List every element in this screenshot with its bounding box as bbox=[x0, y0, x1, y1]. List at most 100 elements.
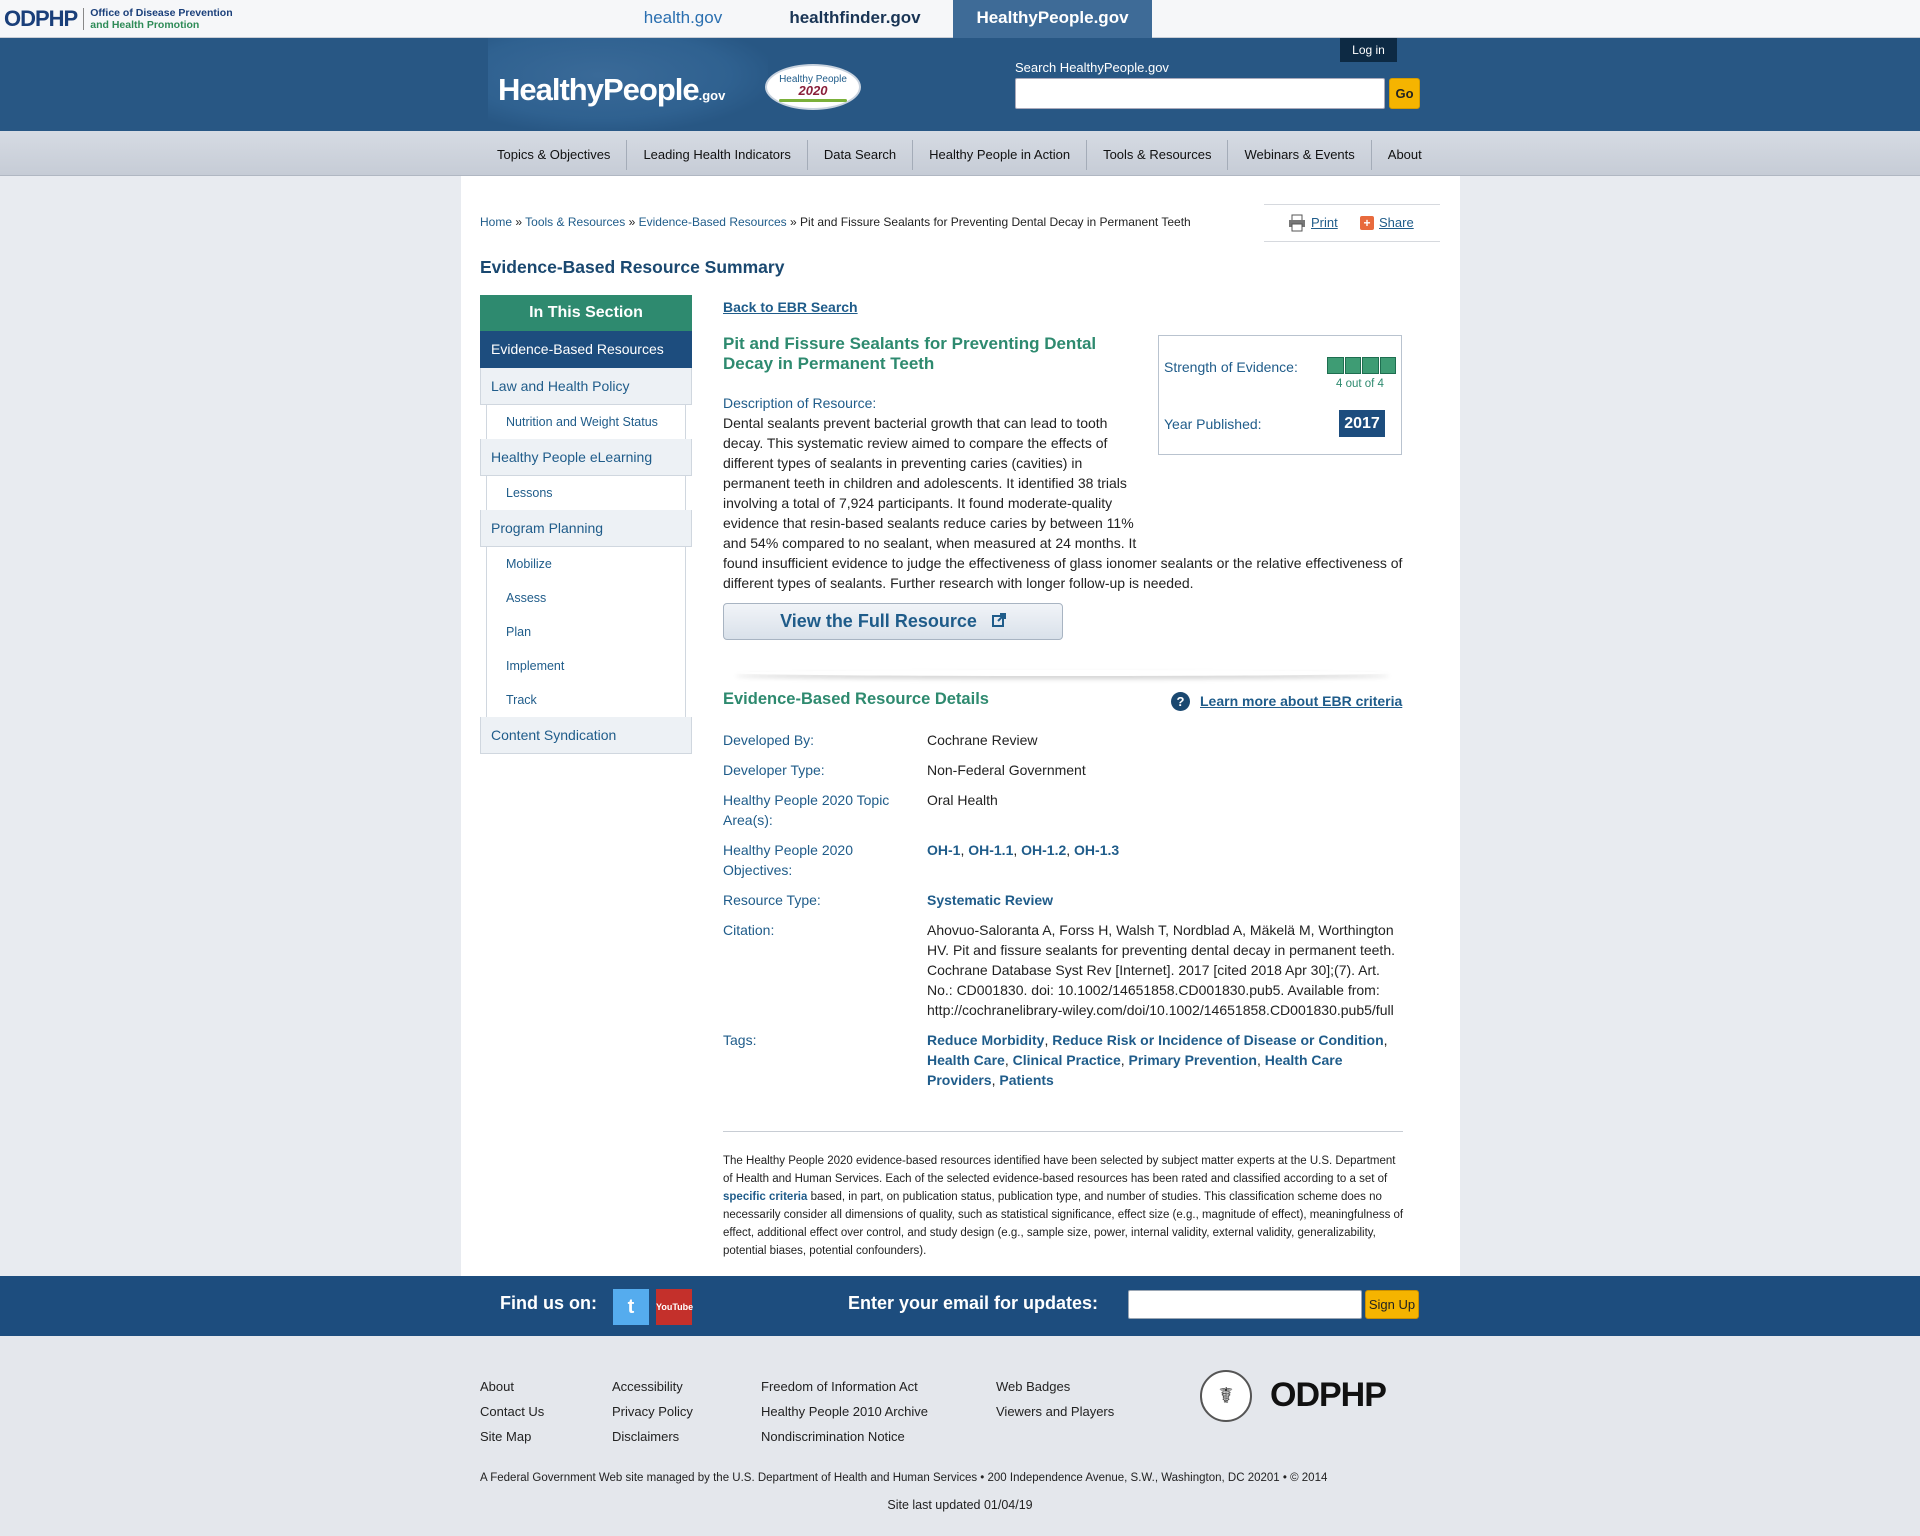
tag-link[interactable]: Patients bbox=[999, 1072, 1053, 1088]
sidebar-sub-mobilize[interactable]: Mobilize bbox=[486, 547, 686, 581]
strength-bar bbox=[1362, 357, 1379, 374]
footer-link-sitemap[interactable]: Site Map bbox=[480, 1424, 544, 1449]
search-label: Search HealthyPeople.gov bbox=[1015, 60, 1169, 75]
main-nav: Topics & Objectives Leading Health Indic… bbox=[0, 131, 1920, 176]
print-link[interactable]: Print bbox=[1311, 215, 1338, 230]
tag-link[interactable]: Primary Prevention bbox=[1129, 1052, 1257, 1068]
youtube-icon[interactable]: YouTube bbox=[656, 1289, 693, 1325]
odphp-subtitle: Office of Disease Prevention and Health … bbox=[90, 7, 232, 31]
logo-suffix: .gov bbox=[698, 88, 726, 103]
footer-link-nondiscrimination[interactable]: Nondiscrimination Notice bbox=[761, 1424, 928, 1449]
footer-link-viewers[interactable]: Viewers and Players bbox=[996, 1399, 1114, 1424]
nav-data-search[interactable]: Data Search bbox=[808, 140, 914, 170]
sidebar-item-law-health-policy[interactable]: Law and Health Policy bbox=[480, 368, 692, 405]
tag-link[interactable]: Clinical Practice bbox=[1013, 1052, 1121, 1068]
login-button[interactable]: Log in bbox=[1340, 38, 1397, 62]
tags-label: Tags: bbox=[723, 1032, 757, 1048]
breadcrumb-sep: » bbox=[790, 215, 797, 229]
odphp-logo[interactable]: ODPHP Office of Disease Prevention and H… bbox=[4, 6, 233, 32]
footer-column-3: Freedom of Information Act Healthy Peopl… bbox=[761, 1374, 928, 1449]
hhs-seal-icon[interactable]: ☤ bbox=[1200, 1370, 1252, 1422]
topic-area-value: Oral Health bbox=[927, 792, 998, 808]
resource-type-value: Systematic Review bbox=[927, 890, 1407, 910]
external-link-icon bbox=[991, 613, 1006, 627]
strength-bar bbox=[1327, 357, 1344, 374]
strength-bar bbox=[1344, 357, 1361, 374]
resource-type-link[interactable]: Systematic Review bbox=[927, 892, 1053, 908]
footer-link-web-badges[interactable]: Web Badges bbox=[996, 1374, 1114, 1399]
developer-type-label: Developer Type: bbox=[723, 762, 825, 778]
page-utilities: Print + Share bbox=[1264, 204, 1440, 242]
sign-up-button[interactable]: Sign Up bbox=[1365, 1290, 1419, 1319]
odphp-mark: ODPHP bbox=[4, 6, 78, 31]
breadcrumb-home[interactable]: Home bbox=[480, 215, 512, 229]
odphp-line-2: and Health Promotion bbox=[90, 19, 200, 31]
email-input[interactable] bbox=[1128, 1290, 1362, 1319]
share-icon[interactable]: + bbox=[1360, 216, 1374, 230]
sidebar-sub-nutrition[interactable]: Nutrition and Weight Status bbox=[486, 405, 686, 439]
twitter-icon[interactable]: t bbox=[613, 1289, 649, 1325]
site-tab-healthypeople[interactable]: HealthyPeople.gov bbox=[953, 0, 1152, 38]
breadcrumb-ebr[interactable]: Evidence-Based Resources bbox=[639, 215, 787, 229]
site-tab-health-gov[interactable]: health.gov bbox=[628, 0, 738, 38]
sidebar-sub-assess[interactable]: Assess bbox=[486, 581, 686, 615]
sidebar-sub-track[interactable]: Track bbox=[486, 683, 686, 717]
objective-link[interactable]: OH-1.2 bbox=[1021, 842, 1066, 858]
resource-title: Pit and Fissure Sealants for Preventing … bbox=[723, 334, 1097, 373]
sidebar-sub-implement[interactable]: Implement bbox=[486, 649, 686, 683]
strength-meter bbox=[1327, 357, 1396, 374]
evidence-box: Strength of Evidence: 4 out of 4 Year Pu… bbox=[1158, 335, 1402, 455]
search-go-button[interactable]: Go bbox=[1389, 78, 1420, 109]
footer-link-accessibility[interactable]: Accessibility bbox=[612, 1374, 693, 1399]
nav-topics-objectives[interactable]: Topics & Objectives bbox=[481, 140, 628, 170]
site-tab-healthfinder[interactable]: healthfinder.gov bbox=[775, 0, 935, 38]
view-button-label: View the Full Resource bbox=[780, 611, 977, 631]
site-last-updated: Site last updated 01/04/19 bbox=[887, 1498, 1033, 1512]
objective-link[interactable]: OH-1 bbox=[927, 842, 960, 858]
footer-link-about[interactable]: About bbox=[480, 1374, 544, 1399]
search-input[interactable] bbox=[1015, 78, 1385, 109]
nav-leading-health-indicators[interactable]: Leading Health Indicators bbox=[627, 140, 808, 170]
specific-criteria-link[interactable]: specific criteria bbox=[723, 1191, 807, 1203]
tag-link[interactable]: Reduce Morbidity bbox=[927, 1032, 1044, 1048]
objective-link[interactable]: OH-1.1 bbox=[968, 842, 1013, 858]
sidebar-item-evidence-based-resources[interactable]: Evidence-Based Resources bbox=[480, 331, 692, 368]
tag-link[interactable]: Health Care bbox=[927, 1052, 1005, 1068]
sidebar-sub-plan[interactable]: Plan bbox=[486, 615, 686, 649]
sidebar-item-content-syndication[interactable]: Content Syndication bbox=[480, 717, 692, 754]
footer-link-contact[interactable]: Contact Us bbox=[480, 1399, 544, 1424]
breadcrumb-sep: » bbox=[628, 215, 636, 229]
nav-healthy-people-in-action[interactable]: Healthy People in Action bbox=[913, 140, 1088, 170]
learn-more-link[interactable]: Learn more about EBR criteria bbox=[1200, 693, 1402, 709]
footer-link-hp2010-archive[interactable]: Healthy People 2010 Archive bbox=[761, 1399, 928, 1424]
footer-link-privacy[interactable]: Privacy Policy bbox=[612, 1399, 693, 1424]
footer-note: A Federal Government Web site managed by… bbox=[480, 1472, 1328, 1484]
nav-tools-resources[interactable]: Tools & Resources bbox=[1087, 140, 1229, 170]
objective-link[interactable]: OH-1.3 bbox=[1074, 842, 1119, 858]
sidebar-item-program-planning[interactable]: Program Planning bbox=[480, 510, 692, 547]
printer-icon[interactable] bbox=[1288, 214, 1306, 232]
resource-type-label: Resource Type: bbox=[723, 892, 821, 908]
description-label: Description of Resource: bbox=[723, 395, 877, 411]
details-title: Evidence-Based Resource Details bbox=[723, 690, 989, 708]
email-updates-label: Enter your email for updates: bbox=[848, 1293, 1099, 1313]
breadcrumb-tools[interactable]: Tools & Resources bbox=[525, 215, 625, 229]
healthypeople-logo[interactable]: HealthyPeople.gov bbox=[498, 72, 725, 108]
badge-swoosh bbox=[779, 99, 847, 102]
nav-webinars-events[interactable]: Webinars & Events bbox=[1228, 140, 1372, 170]
find-us-label: Find us on: bbox=[500, 1293, 597, 1313]
back-to-search-link[interactable]: Back to EBR Search bbox=[723, 299, 858, 315]
view-full-resource-button[interactable]: View the Full Resource bbox=[723, 603, 1063, 640]
nav-about[interactable]: About bbox=[1372, 140, 1438, 170]
footer-odphp-logo[interactable]: ODPHP bbox=[1270, 1376, 1387, 1415]
share-link[interactable]: Share bbox=[1379, 215, 1414, 230]
footer-link-disclaimers[interactable]: Disclaimers bbox=[612, 1424, 693, 1449]
help-icon[interactable]: ? bbox=[1171, 692, 1190, 711]
site-footer: About Contact Us Site Map Accessibility … bbox=[0, 1336, 1920, 1536]
citation-value: Ahovuo-Saloranta A, Forss H, Walsh T, No… bbox=[927, 922, 1395, 1018]
tag-link[interactable]: Reduce Risk or Incidence of Disease or C… bbox=[1052, 1032, 1383, 1048]
developer-type-value: Non-Federal Government bbox=[927, 762, 1086, 778]
footer-link-foia[interactable]: Freedom of Information Act bbox=[761, 1374, 928, 1399]
sidebar-item-elearning[interactable]: Healthy People eLearning bbox=[480, 439, 692, 476]
sidebar-sub-lessons[interactable]: Lessons bbox=[486, 476, 686, 510]
